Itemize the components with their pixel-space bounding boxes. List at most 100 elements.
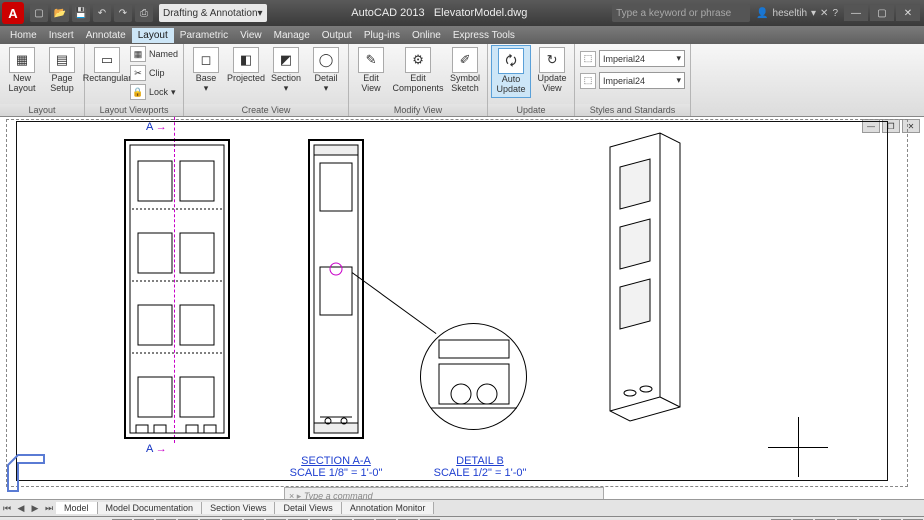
- tab-layout1[interactable]: Model Documentation: [98, 502, 203, 514]
- clip-icon: ✂: [130, 65, 146, 81]
- tab-prev-button[interactable]: ◀: [14, 503, 28, 514]
- tab-output[interactable]: Output: [316, 28, 358, 43]
- rectangular-button[interactable]: ▭Rectangular: [88, 45, 126, 86]
- save-icon[interactable]: 💾: [72, 4, 90, 22]
- tab-layout3[interactable]: Detail Views: [275, 502, 341, 514]
- chevron-down-icon: ▾: [204, 84, 209, 94]
- cursor-v: [798, 417, 799, 477]
- help-icon[interactable]: ?: [832, 8, 838, 19]
- tab-annotate[interactable]: Annotate: [80, 28, 132, 43]
- tab-plugins[interactable]: Plug-ins: [358, 28, 406, 43]
- command-line[interactable]: × ▸ Type a command: [284, 487, 604, 499]
- ucs-icon: [6, 453, 46, 493]
- section-line: [174, 117, 175, 141]
- style1-icon: ⬚: [580, 51, 596, 67]
- signin-area[interactable]: 👤heseltih▾✕?: [756, 8, 838, 19]
- panel-styles: ⬚Imperial24▾ ⬚Imperial24▾ Styles and Sta…: [575, 44, 691, 116]
- tab-home[interactable]: Home: [4, 28, 43, 43]
- section-marker-bot: A →: [146, 443, 167, 455]
- exchange-icon[interactable]: ✕: [820, 8, 828, 19]
- section-button[interactable]: ◩Section▾: [267, 45, 305, 96]
- section-style-dropdown[interactable]: Imperial24▾: [599, 50, 685, 67]
- symbol-sketch-button[interactable]: ✐Symbol Sketch: [446, 45, 484, 96]
- ribbon-tabs: Home Insert Annotate Layout Parametric V…: [0, 26, 924, 44]
- window-title: AutoCAD 2013 ElevatorModel.dwg: [267, 7, 613, 19]
- chevron-down-icon: ▾: [258, 8, 263, 19]
- lock-button[interactable]: 🔒Lock ▾: [128, 83, 180, 101]
- update-icon: ↻: [539, 47, 565, 73]
- tab-manage[interactable]: Manage: [268, 28, 316, 43]
- maximize-button[interactable]: ▢: [870, 5, 894, 21]
- projected-button[interactable]: ◧Projected: [227, 45, 265, 86]
- detail-style-dropdown[interactable]: Imperial24▾: [599, 72, 685, 89]
- editv-icon: ✎: [358, 47, 384, 73]
- section-view: [308, 139, 364, 439]
- panel-viewports: ▭Rectangular ▦Named ✂Clip 🔒Lock ▾ Layout…: [85, 44, 184, 116]
- redo-icon[interactable]: ↷: [114, 4, 132, 22]
- page-setup-button[interactable]: ▤Page Setup: [43, 45, 81, 96]
- detail-view: [420, 323, 527, 430]
- quick-access-toolbar: ▢ 📂 💾 ↶ ↷ ⎙: [30, 4, 153, 22]
- base-icon: ◻: [193, 47, 219, 73]
- plan-view: [124, 139, 230, 439]
- panel-create-view: ◻Base▾ ◧Projected ◩Section▾ ◯Detail▾ Cre…: [184, 44, 349, 116]
- minimize-button[interactable]: —: [844, 5, 868, 21]
- tab-layout4[interactable]: Annotation Monitor: [342, 502, 435, 514]
- new-icon[interactable]: ▢: [30, 4, 48, 22]
- proj-icon: ◧: [233, 47, 259, 73]
- new-layout-button[interactable]: ▦New Layout: [3, 45, 41, 96]
- rect-icon: ▭: [94, 47, 120, 73]
- auto-icon: 🗘: [498, 48, 524, 74]
- editc-icon: ⚙: [405, 47, 431, 73]
- named-icon: ▦: [130, 46, 146, 62]
- chevron-down-icon: ▾: [676, 75, 681, 86]
- tab-online[interactable]: Online: [406, 28, 447, 43]
- clip-button[interactable]: ✂Clip: [128, 64, 180, 82]
- lock-icon: 🔒: [130, 84, 146, 100]
- detail-label: DETAIL B SCALE 1/2" = 1'-0": [410, 455, 550, 479]
- layout-icon: ▦: [9, 47, 35, 73]
- base-button[interactable]: ◻Base▾: [187, 45, 225, 96]
- named-button[interactable]: ▦Named: [128, 45, 180, 63]
- tab-last-button[interactable]: ⏭: [42, 503, 56, 514]
- ribbon: ▦New Layout ▤Page Setup Layout ▭Rectangu…: [0, 44, 924, 117]
- open-icon[interactable]: 📂: [51, 4, 69, 22]
- edit-components-button[interactable]: ⚙Edit Components: [392, 45, 444, 96]
- tab-parametric[interactable]: Parametric: [174, 28, 234, 43]
- panel-update: 🗘Auto Update ↻Update View Update: [488, 44, 575, 116]
- chevron-down-icon: ▾: [324, 84, 329, 94]
- workspace-dropdown[interactable]: Drafting & Annotation ▾: [159, 4, 267, 22]
- chevron-down-icon: ▾: [811, 8, 816, 19]
- drawing-area[interactable]: — ❐ ✕ A → A →: [0, 117, 924, 499]
- print-icon[interactable]: ⎙: [135, 4, 153, 22]
- iso-view: [590, 127, 700, 423]
- layout-tabs: ⏮ ◀ ▶ ⏭ Model Model Documentation Sectio…: [0, 499, 924, 516]
- status-bar: 20.7368, 0.5098, 0.0000 ⊥ ▦ ⊞ ∟ ✳ □ ◪ ∠ …: [0, 516, 924, 520]
- section-icon: ◩: [273, 47, 299, 73]
- user-icon: 👤: [756, 8, 768, 19]
- sketch-icon: ✐: [452, 47, 478, 73]
- titlebar: A ▢ 📂 💾 ↶ ↷ ⎙ Drafting & Annotation ▾ Au…: [0, 0, 924, 26]
- style2-icon: ⬚: [580, 73, 596, 89]
- tab-next-button[interactable]: ▶: [28, 503, 42, 514]
- undo-icon[interactable]: ↶: [93, 4, 111, 22]
- section-label: SECTION A-A SCALE 1/8" = 1'-0": [266, 455, 406, 479]
- tab-model[interactable]: Model: [56, 502, 98, 514]
- tab-express[interactable]: Express Tools: [447, 28, 521, 43]
- tab-layout[interactable]: Layout: [132, 28, 174, 43]
- page-icon: ▤: [49, 47, 75, 73]
- tab-view[interactable]: View: [234, 28, 268, 43]
- detail-button[interactable]: ◯Detail▾: [307, 45, 345, 96]
- chevron-down-icon: ▾: [284, 84, 289, 94]
- update-view-button[interactable]: ↻Update View: [533, 45, 571, 96]
- edit-view-button[interactable]: ✎Edit View: [352, 45, 390, 96]
- panel-layout: ▦New Layout ▤Page Setup Layout: [0, 44, 85, 116]
- tab-first-button[interactable]: ⏮: [0, 503, 14, 514]
- help-search-input[interactable]: Type a keyword or phrase: [612, 4, 750, 22]
- close-button[interactable]: ✕: [896, 5, 920, 21]
- app-menu-icon[interactable]: A: [2, 2, 24, 24]
- tab-layout2[interactable]: Section Views: [202, 502, 275, 514]
- auto-update-button[interactable]: 🗘Auto Update: [491, 45, 531, 98]
- tab-insert[interactable]: Insert: [43, 28, 80, 43]
- panel-modify-view: ✎Edit View ⚙Edit Components ✐Symbol Sket…: [349, 44, 488, 116]
